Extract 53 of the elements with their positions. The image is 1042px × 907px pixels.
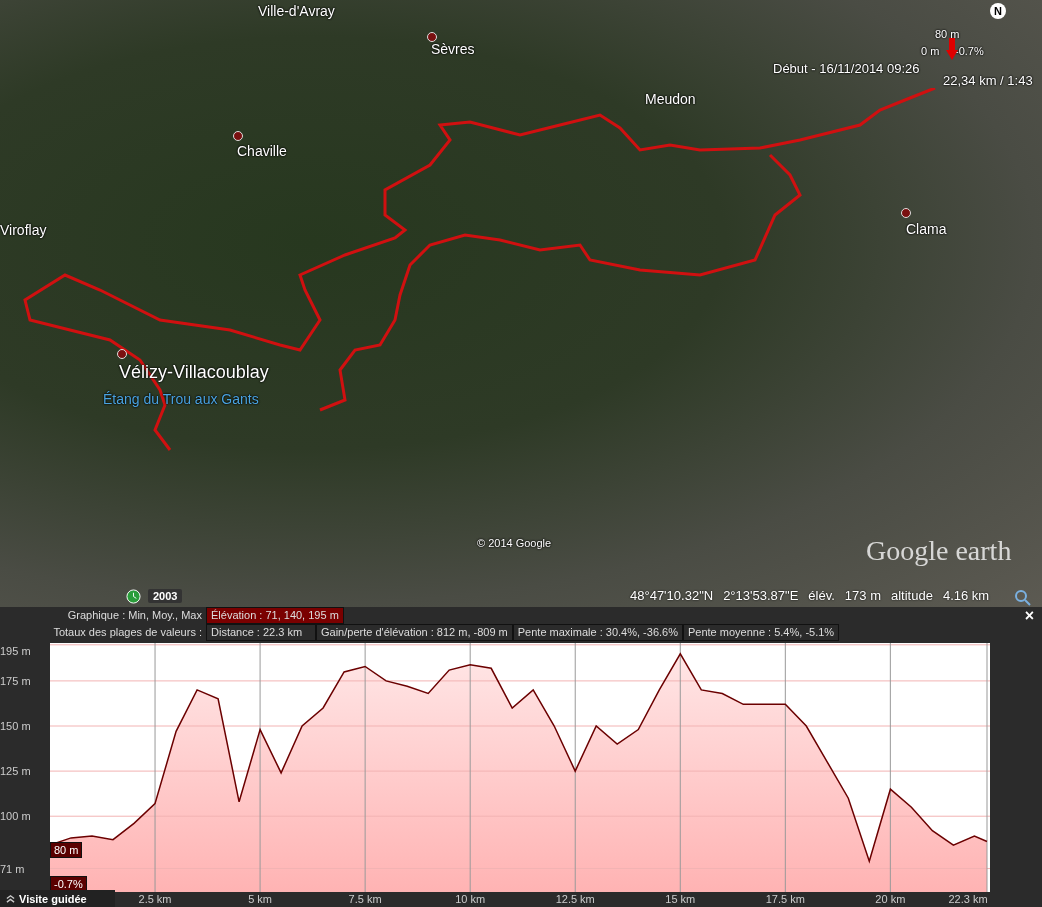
totals-cell: Pente moyenne : 5.4%, -5.1%	[682, 624, 840, 641]
start-label: Début - 16/11/2014 09:26	[773, 61, 920, 76]
place-label: Ville-d'Avray	[258, 3, 335, 19]
town-marker-icon	[901, 208, 911, 218]
totals-cell: Gain/perte d'élévation : 812 m, -809 m	[316, 624, 513, 641]
graph-option[interactable]: Élévation : 71, 140, 195 m	[206, 607, 344, 624]
marker-elevation: 80 m	[935, 28, 960, 40]
x-tick-label: 15 km	[665, 893, 696, 905]
x-tick-label: 12.5 km	[555, 893, 595, 905]
place-label: Clama	[906, 221, 947, 237]
elevation-flag: 80 m	[50, 842, 83, 858]
track-summary: 22,34 km / 1:43	[943, 73, 1033, 88]
x-tick-label: 7.5 km	[348, 893, 382, 905]
copyright-text: © 2014 Google	[477, 537, 552, 549]
app-logo: Google earth	[866, 535, 1012, 567]
status-text: élév.	[808, 588, 835, 603]
marker-base: 0 m	[921, 45, 940, 57]
y-tick-label: 100 m	[0, 810, 31, 823]
totals-cell: Distance : 22.3 km	[206, 624, 316, 641]
town-marker-icon	[427, 32, 437, 42]
close-button[interactable]: ×	[1020, 607, 1038, 624]
chevron-up-icon	[6, 894, 15, 903]
position-arrow-icon	[946, 38, 958, 60]
totals-cell: Pente maximale : 30.4%, -36.6%	[512, 624, 683, 641]
status-text: 173 m	[844, 588, 881, 603]
imagery-date: 2003	[148, 589, 183, 603]
x-tick-label: 20 km	[875, 893, 906, 905]
status-text: 2°13'53.87"E	[723, 588, 799, 603]
x-tick-label: 22.3 km	[948, 893, 988, 905]
place-label: Sèvres	[431, 41, 475, 57]
y-tick-label: 195 m	[0, 645, 31, 657]
row-label: Graphique : Min, Moy., Max	[66, 608, 203, 623]
town-marker-icon	[233, 131, 243, 141]
town-marker-icon	[117, 349, 127, 359]
y-tick-label: 125 m	[0, 765, 31, 778]
marker-slope: -0.7%	[955, 45, 984, 57]
place-label: Chaville	[237, 143, 287, 159]
x-tick-label: 2.5 km	[138, 893, 172, 905]
x-tick-label: 10 km	[455, 893, 486, 905]
clock-icon[interactable]	[126, 589, 141, 604]
status-text: altitude	[891, 588, 933, 603]
status-text: 48°47'10.32"N	[630, 588, 714, 603]
x-tick-label: 17.5 km	[765, 893, 805, 905]
y-tick-label: 71 m	[0, 862, 25, 875]
compass-icon[interactable]: N	[990, 3, 1006, 19]
place-label: Viroflay	[0, 222, 47, 238]
x-tick-label: 5 km	[248, 893, 272, 905]
status-text: 4.16 km	[942, 588, 990, 603]
row-label: Totaux des plages de valeurs :	[52, 625, 203, 640]
guided-tour-button[interactable]: Visite guidée	[0, 890, 115, 907]
y-tick-label: 150 m	[0, 720, 31, 732]
place-label: Meudon	[645, 91, 696, 107]
y-tick-label: 175 m	[0, 674, 31, 687]
